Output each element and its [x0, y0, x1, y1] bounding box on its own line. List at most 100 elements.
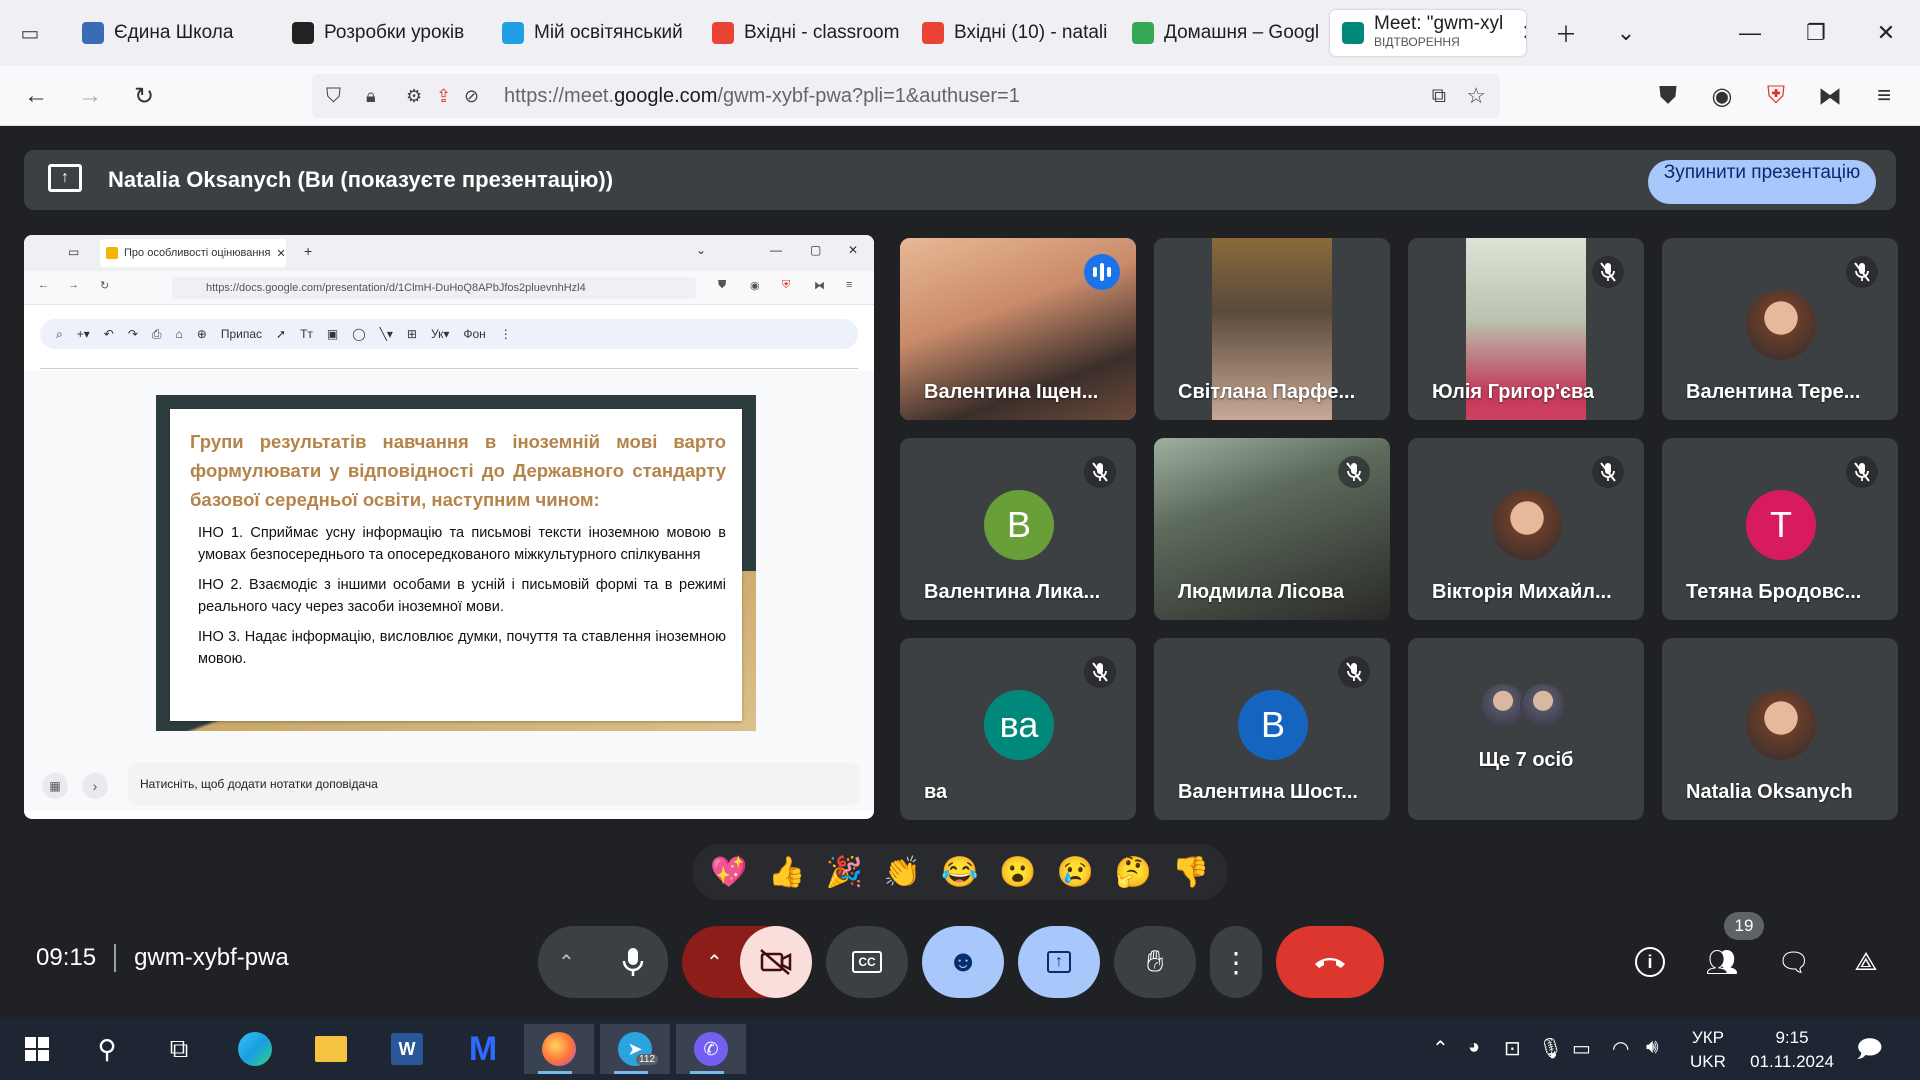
- reaction-emoji[interactable]: 😂: [941, 855, 978, 890]
- pocket-icon[interactable]: ⛊: [1650, 78, 1686, 114]
- shield-icon[interactable]: ⛉: [326, 85, 341, 108]
- firefox-app[interactable]: [524, 1024, 594, 1074]
- participant-tile[interactable]: Світлана Парфе...: [1154, 238, 1390, 420]
- picture-in-picture-icon[interactable]: ⧉: [1432, 85, 1446, 108]
- notifications-icon[interactable]: 🗩︎: [1856, 1032, 1883, 1073]
- browser-tab[interactable]: Вхідні - classroom: [700, 10, 900, 56]
- reaction-emoji[interactable]: 💖: [710, 855, 747, 890]
- viber-app[interactable]: ✆: [676, 1024, 746, 1074]
- new-tab-button[interactable]: ＋: [1536, 0, 1596, 66]
- volume-icon[interactable]: 🔊︎: [1646, 1036, 1659, 1059]
- close-tab-icon[interactable]: ✕: [1521, 20, 1526, 46]
- participant-tile[interactable]: Валентина Тере...: [1662, 238, 1898, 420]
- participant-tile[interactable]: ва ва: [900, 638, 1136, 820]
- microphone-button[interactable]: [598, 926, 668, 998]
- browser-tab[interactable]: Вхідні (10) - natali: [910, 10, 1110, 56]
- meeting-details-button[interactable]: i: [1626, 938, 1674, 986]
- edge-app[interactable]: [224, 1024, 286, 1074]
- present-button[interactable]: ↑: [1018, 926, 1100, 998]
- emoji-button[interactable]: ☻: [922, 926, 1004, 998]
- restore-button[interactable]: ❐: [1786, 0, 1846, 66]
- browser-tab[interactable]: Розробки уроків: [280, 10, 480, 56]
- taskbar-clock[interactable]: 9:15 01.11.2024: [1742, 1026, 1842, 1074]
- reaction-emoji[interactable]: 👎: [1172, 855, 1209, 890]
- screen-share-icon[interactable]: ⇪: [436, 86, 451, 107]
- participant-tile[interactable]: Т Тетяна Бродовс...: [1662, 438, 1898, 620]
- reaction-emoji[interactable]: 😢: [1057, 855, 1094, 890]
- chat-button[interactable]: 🗨︎: [1770, 938, 1818, 986]
- extensions-icon[interactable]: ⧓: [1812, 78, 1848, 114]
- ublock-icon[interactable]: ⛨: [1758, 78, 1794, 114]
- participant-tile[interactable]: Вікторія Михайл...: [1408, 438, 1644, 620]
- participant-tile[interactable]: Natalia Oksanych: [1662, 638, 1898, 820]
- people-button[interactable]: 👥︎: [1698, 938, 1746, 986]
- stop-presenting-button[interactable]: Зупинити презентацію: [1648, 160, 1876, 204]
- browser-tab[interactable]: Єдина Школа: [70, 10, 266, 56]
- account-icon[interactable]: ◉: [1704, 78, 1740, 114]
- captions-button[interactable]: CC: [826, 926, 908, 998]
- reaction-emoji[interactable]: 😮: [999, 855, 1036, 890]
- url-bar[interactable]: ⛉ 🔒︎ ⚙ ⇪ ⊘ https://meet.google.com/gwm-x…: [312, 74, 1500, 118]
- forward-button[interactable]: →: [72, 78, 108, 114]
- browser-tab[interactable]: Meet: "gwm-xylВІДТВОРЕННЯ ✕: [1330, 10, 1526, 56]
- bookmark-star-icon[interactable]: ☆: [1466, 83, 1486, 109]
- reaction-emoji[interactable]: 👏: [884, 855, 921, 890]
- minimize-button[interactable]: —: [1720, 0, 1780, 66]
- camera-tray-icon[interactable]: ⊡: [1504, 1036, 1521, 1061]
- language-indicator[interactable]: УКР UKR: [1690, 1026, 1726, 1074]
- chevron-up-icon[interactable]: ⌃: [706, 950, 723, 975]
- emoji-icon: ☻: [947, 945, 979, 978]
- chevron-up-icon[interactable]: ⌃: [1432, 1036, 1449, 1061]
- tab-text: Єдина Школа: [114, 23, 233, 42]
- chrome-icon[interactable]: ◕: [1468, 1036, 1480, 1059]
- battery-icon[interactable]: ▭: [1572, 1036, 1591, 1061]
- raise-hand-button[interactable]: ✋︎: [1114, 926, 1196, 998]
- url-path: /gwm-xybf-pwa?pli=1&authuser=1: [717, 84, 1020, 107]
- slide-heading: Групи результатів навчання в іноземній м…: [190, 431, 726, 510]
- task-view-button[interactable]: ⧉: [148, 1024, 210, 1074]
- chevron-up-icon[interactable]: ⌃: [558, 950, 575, 975]
- reaction-emoji[interactable]: 🤔: [1115, 855, 1152, 890]
- reaction-emoji[interactable]: 🎉: [826, 855, 863, 890]
- expand-icon: ›: [82, 773, 108, 799]
- participant-tile[interactable]: Людмила Лісова: [1154, 438, 1390, 620]
- camera-off-icon[interactable]: ⊘: [464, 86, 479, 107]
- shapes-icon: ⟁: [1854, 946, 1878, 976]
- close-window-button[interactable]: ✕: [1856, 0, 1916, 66]
- browser-tab[interactable]: Домашня – Googl: [1120, 10, 1320, 56]
- participant-tile[interactable]: В Валентина Лика...: [900, 438, 1136, 620]
- search-button[interactable]: ⚲: [76, 1024, 138, 1074]
- reload-icon: ↻: [100, 280, 110, 292]
- reaction-emoji[interactable]: 👍: [768, 855, 805, 890]
- file-explorer-app[interactable]: [300, 1024, 362, 1074]
- reload-button[interactable]: ↻: [126, 78, 162, 114]
- participant-tile[interactable]: Ще 7 осіб: [1408, 638, 1644, 820]
- back-button[interactable]: ←: [18, 78, 54, 114]
- participant-tile[interactable]: Валентина Іщен...: [900, 238, 1136, 420]
- lock-icon[interactable]: 🔒︎: [366, 86, 376, 107]
- telegram-app[interactable]: ➤ 112: [600, 1024, 670, 1074]
- chevron-down-icon[interactable]: ⌄: [1596, 0, 1656, 66]
- redo-icon: ↷: [127, 327, 138, 341]
- word-app[interactable]: W: [376, 1024, 438, 1074]
- browser-tab[interactable]: Мій освітянський: [490, 10, 690, 56]
- divider: [114, 944, 117, 972]
- permissions-icon[interactable]: ⚙: [406, 86, 422, 107]
- menu-icon[interactable]: ≡: [1866, 78, 1902, 114]
- microphone-icon: [622, 948, 644, 976]
- slides-toolbar: ⌕ +▾ ↶ ↷ ⎙ ⌂ ⊕ Припас ➚ Tт ▣ ◯ ╲▾ ⊞ Ук▾ …: [40, 319, 858, 349]
- leave-call-button[interactable]: [1276, 926, 1384, 998]
- wifi-icon[interactable]: ◠: [1612, 1036, 1629, 1061]
- microphone-tray-icon[interactable]: 🎙︎: [1538, 1036, 1563, 1061]
- camera-button[interactable]: [740, 926, 812, 998]
- word-icon: W: [391, 1033, 423, 1065]
- participant-tile[interactable]: В Валентина Шост...: [1154, 638, 1390, 820]
- url-text[interactable]: https://meet.google.com/gwm-xybf-pwa?pli…: [504, 85, 1020, 108]
- activities-button[interactable]: ⟁: [1842, 938, 1890, 986]
- slide: Групи результатів навчання в іноземній м…: [156, 395, 756, 731]
- participant-tile[interactable]: Юлія Григор'єва: [1408, 238, 1644, 420]
- more-options-button[interactable]: ⋮: [1210, 926, 1262, 998]
- tab-list-icon[interactable]: ▭: [0, 0, 60, 66]
- malwarebytes-app[interactable]: M: [452, 1024, 514, 1074]
- start-button[interactable]: [6, 1024, 68, 1074]
